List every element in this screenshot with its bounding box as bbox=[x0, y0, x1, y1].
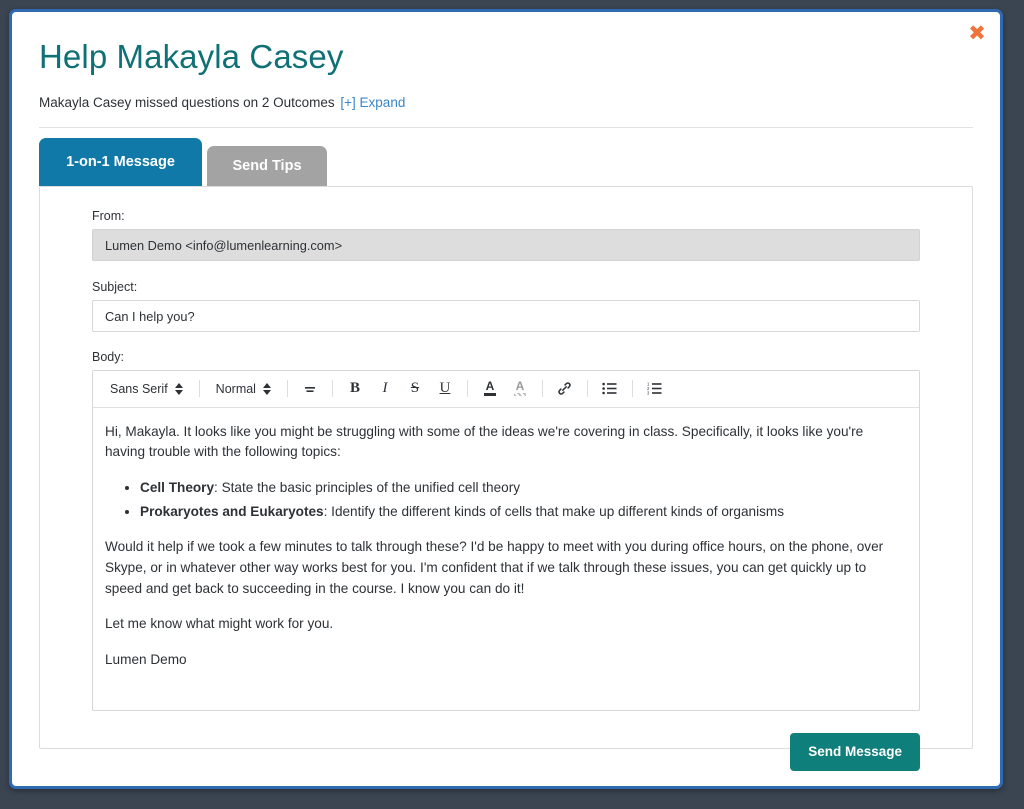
from-field: Lumen Demo <info@lumenlearning.com> bbox=[92, 229, 920, 261]
toolbar-separator bbox=[467, 380, 468, 397]
list-item: Cell Theory: State the basic principles … bbox=[140, 478, 907, 499]
send-message-button[interactable]: Send Message bbox=[790, 733, 920, 771]
body-paragraph-2: Would it help if we took a few minutes t… bbox=[105, 537, 907, 599]
font-size-value: Normal bbox=[216, 382, 256, 396]
topic-term: Cell Theory bbox=[140, 480, 214, 495]
rich-text-editor: Sans Serif Normal B I bbox=[92, 370, 920, 711]
body-signature: Lumen Demo bbox=[105, 650, 907, 671]
highlight-color-bar bbox=[514, 393, 526, 396]
modal-subtitle: Makayla Casey missed questions on 2 Outc… bbox=[39, 95, 973, 110]
link-icon[interactable] bbox=[553, 377, 577, 401]
modal-header: Help Makayla Casey Makayla Casey missed … bbox=[12, 12, 1000, 128]
svg-text:3: 3 bbox=[647, 391, 650, 395]
header-divider bbox=[39, 127, 973, 128]
subtitle-text: Makayla Casey missed questions on 2 Outc… bbox=[39, 95, 335, 110]
editor-toolbar: Sans Serif Normal B I bbox=[93, 371, 919, 408]
help-student-modal: ✖ Help Makayla Casey Makayla Casey misse… bbox=[9, 9, 1003, 789]
bullet-list-icon[interactable] bbox=[598, 377, 622, 401]
message-body-editor[interactable]: Hi, Makayla. It looks like you might be … bbox=[93, 408, 919, 710]
topic-desc: : Identify the different kinds of cells … bbox=[324, 504, 784, 519]
toolbar-separator bbox=[542, 380, 543, 397]
font-size-select[interactable]: Normal bbox=[207, 382, 280, 396]
panel-footer: Send Message bbox=[92, 711, 920, 771]
topic-term: Prokaryotes and Eukaryotes bbox=[140, 504, 324, 519]
toolbar-separator bbox=[632, 380, 633, 397]
tab-1-on-1-message[interactable]: 1-on-1 Message bbox=[39, 138, 202, 186]
text-color-letter: A bbox=[486, 381, 495, 392]
toolbar-separator bbox=[287, 380, 288, 397]
toolbar-separator bbox=[332, 380, 333, 397]
body-paragraph-1: Hi, Makayla. It looks like you might be … bbox=[105, 422, 907, 463]
body-paragraph-3: Let me know what might work for you. bbox=[105, 614, 907, 635]
from-label: From: bbox=[92, 209, 920, 223]
topic-desc: : State the basic principles of the unif… bbox=[214, 480, 520, 495]
expand-link[interactable]: [+] Expand bbox=[340, 95, 405, 110]
bold-icon[interactable]: B bbox=[343, 377, 367, 401]
list-item: Prokaryotes and Eukaryotes: Identify the… bbox=[140, 502, 907, 523]
strikethrough-icon[interactable]: S bbox=[403, 377, 427, 401]
close-icon[interactable]: ✖ bbox=[966, 22, 988, 44]
highlight-color-icon[interactable]: A bbox=[508, 377, 532, 401]
highlight-color-letter: A bbox=[516, 381, 525, 392]
text-color-bar bbox=[484, 393, 496, 396]
body-label: Body: bbox=[92, 350, 920, 364]
align-icon[interactable] bbox=[298, 377, 322, 401]
tab-send-tips[interactable]: Send Tips bbox=[207, 146, 327, 186]
italic-icon[interactable]: I bbox=[373, 377, 397, 401]
toolbar-separator bbox=[199, 380, 200, 397]
font-family-value: Sans Serif bbox=[110, 382, 168, 396]
chevron-updown-icon bbox=[263, 383, 271, 395]
tab-panel-1-on-1-message: From: Lumen Demo <info@lumenlearning.com… bbox=[39, 186, 973, 749]
numbered-list-icon[interactable]: 1 2 3 bbox=[643, 377, 667, 401]
topics-list: Cell Theory: State the basic principles … bbox=[105, 478, 907, 522]
font-family-select[interactable]: Sans Serif bbox=[101, 382, 192, 396]
tab-bar: 1-on-1 Message Send Tips bbox=[12, 136, 1000, 186]
page-title: Help Makayla Casey bbox=[39, 37, 973, 77]
chevron-updown-icon bbox=[175, 383, 183, 395]
subject-label: Subject: bbox=[92, 280, 920, 294]
toolbar-separator bbox=[587, 380, 588, 397]
underline-icon[interactable]: U bbox=[433, 377, 457, 401]
text-color-icon[interactable]: A bbox=[478, 377, 502, 401]
subject-input[interactable]: Can I help you? bbox=[92, 300, 920, 332]
